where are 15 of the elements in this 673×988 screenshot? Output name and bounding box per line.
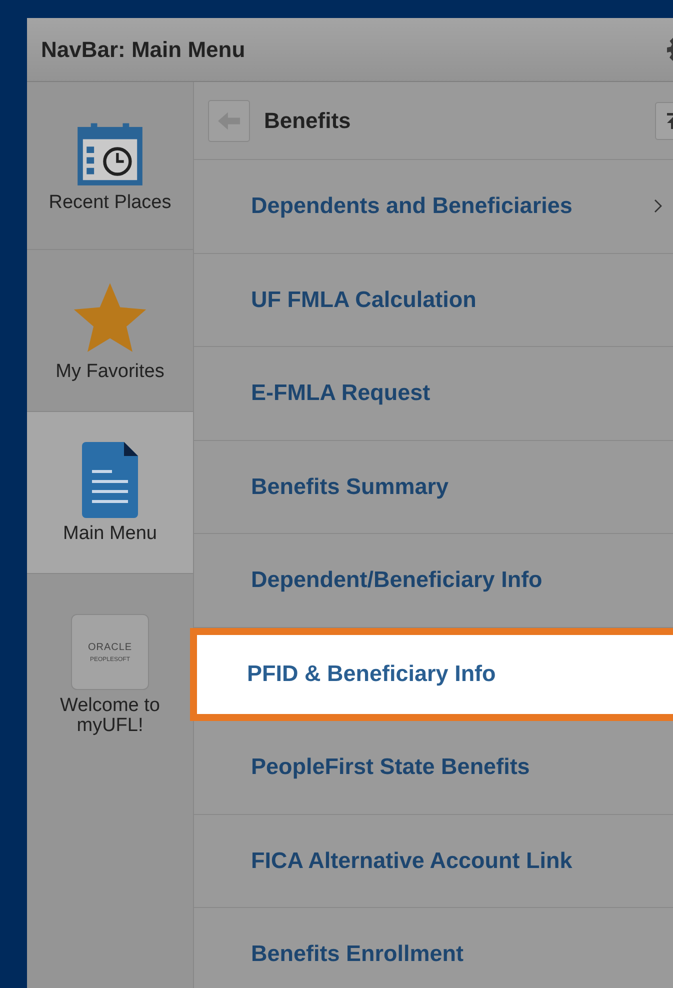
- menu-item[interactable]: E-FMLA Request: [194, 347, 673, 440]
- menu-title: Benefits: [264, 108, 352, 134]
- document-icon: [82, 442, 138, 518]
- menu-item[interactable]: Benefits Summary: [194, 440, 673, 534]
- menu-item[interactable]: Benefits Enrollment: [194, 908, 673, 988]
- sidebar-item[interactable]: My Favorites: [27, 250, 193, 412]
- sidebar-item[interactable]: Recent Places: [27, 82, 193, 250]
- menu-item[interactable]: Dependents and Beneficiaries: [194, 160, 673, 254]
- logo-text: ORACLE: [88, 642, 132, 653]
- menu-item[interactable]: PeopleFirst State Benefits: [194, 721, 673, 814]
- menu-item[interactable]: PFID & Beneficiary Info: [190, 628, 673, 721]
- menu-item[interactable]: FICA Alternative Account Link: [194, 814, 673, 908]
- menu-item[interactable]: UF FMLA Calculation: [194, 254, 673, 347]
- navbar-title: NavBar: Main Menu: [41, 36, 246, 62]
- sidebar-item[interactable]: Main Menu: [27, 412, 193, 574]
